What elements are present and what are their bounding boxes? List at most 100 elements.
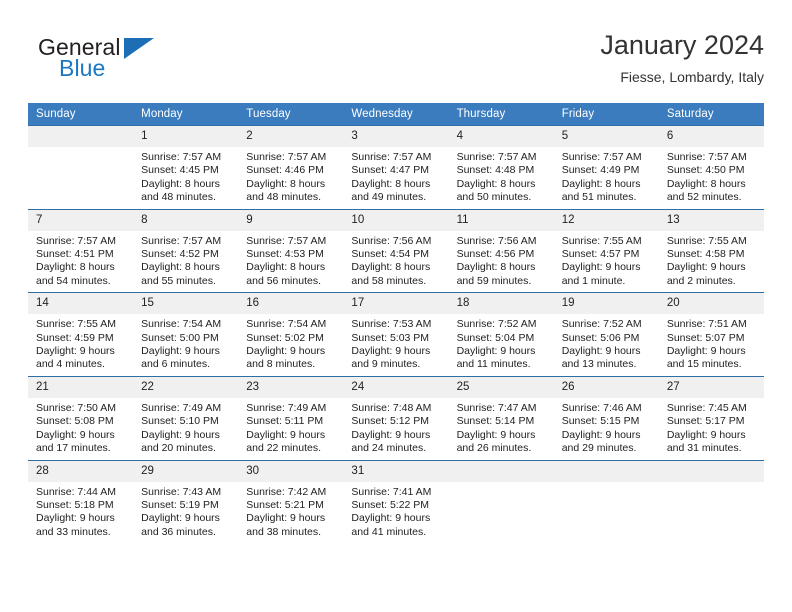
daylight-text-line1: Daylight: 9 hours	[351, 345, 431, 358]
sunset-text: Sunset: 5:11 PM	[246, 415, 324, 428]
weekday-header-wednesday: Wednesday	[343, 103, 449, 126]
daylight-text-line2: and 29 minutes.	[561, 442, 637, 455]
sunrise-text: Sunrise: 7:49 AM	[141, 401, 222, 414]
calendar-day-cell[interactable]: 1 Sunrise: 7:57 AM Sunset: 4:45 PM Daylight…	[133, 125, 239, 210]
calendar-day-cell[interactable]: 21 Sunrise: 7:50 AM Sunset: 5:08 PM Dayligh…	[28, 375, 134, 460]
calendar-day-cell[interactable]: 27 Sunrise: 7:45 AM Sunset: 5:17 PM Dayligh…	[658, 375, 764, 460]
day-sun-info: Sunrise: 7:56 AM Sunset: 4:56 PM Daylight:…	[449, 231, 554, 293]
calendar-day-cell[interactable]: 5 Sunrise: 7:57 AM Sunset: 4:49 PM Daylight…	[553, 125, 659, 210]
calendar-day-cell[interactable]: 31 Sunrise: 7:41 AM Sunset: 5:22 PM Dayligh…	[343, 459, 449, 544]
sunrise-text: Sunrise: 7:57 AM	[141, 234, 222, 247]
sunset-text: Sunset: 4:52 PM	[141, 248, 219, 261]
calendar-day-cell[interactable]: 13 Sunrise: 7:55 AM Sunset: 4:58 PM Dayligh…	[658, 208, 764, 293]
calendar-day-cell[interactable]: 8 Sunrise: 7:57 AM Sunset: 4:52 PM Daylight…	[133, 208, 239, 293]
calendar-day-cell[interactable]: 15 Sunrise: 7:54 AM Sunset: 5:00 PM Dayligh…	[133, 292, 239, 377]
day-number: 31	[343, 460, 449, 482]
day-number: 14	[28, 293, 134, 315]
calendar-header-row: Sunday Monday Tuesday Wednesday Thursday Frid…	[28, 103, 764, 126]
calendar-day-cell[interactable]: 20 Sunrise: 7:51 AM Sunset: 5:07 PM Dayligh…	[658, 292, 764, 377]
daylight-text-line2: and 48 minutes.	[141, 191, 216, 204]
day-sun-info: Sunrise: 7:42 AM Sunset: 5:21 PM Daylight:…	[238, 482, 343, 544]
sunset-text: Sunset: 5:06 PM	[561, 331, 640, 344]
day-number: 16	[238, 293, 344, 315]
sunset-text: Sunset: 5:02 PM	[246, 331, 324, 344]
day-number: 27	[658, 376, 764, 398]
calendar-day-cell[interactable]: 14 Sunrise: 7:55 AM Sunset: 4:59 PM Dayligh…	[28, 292, 134, 377]
sunrise-text: Sunrise: 7:42 AM	[246, 485, 327, 498]
calendar-day-cell[interactable]: 10 Sunrise: 7:56 AM Sunset: 4:54 PM Dayligh…	[343, 208, 449, 293]
sunrise-text: Sunrise: 7:51 AM	[666, 318, 747, 331]
day-number: 28	[28, 460, 134, 482]
daylight-text-line1: Daylight: 8 hours	[141, 177, 220, 190]
sunrise-text: Sunrise: 7:43 AM	[141, 485, 222, 498]
calendar-week-row: 28 Sunrise: 7:44 AM Sunset: 5:18 PM Dayligh…	[28, 459, 764, 544]
day-sun-info: Sunrise: 7:57 AM Sunset: 4:49 PM Daylight:…	[554, 147, 659, 209]
daylight-text-line2: and 24 minutes.	[351, 442, 427, 455]
sunset-text: Sunset: 4:58 PM	[666, 248, 745, 261]
calendar-day-cell[interactable]: 17 Sunrise: 7:53 AM Sunset: 5:03 PM Dayligh…	[343, 292, 449, 377]
calendar-day-cell[interactable]: 12 Sunrise: 7:55 AM Sunset: 4:57 PM Dayligh…	[553, 208, 659, 293]
daylight-text-line2: and 58 minutes.	[351, 274, 427, 287]
calendar-day-cell[interactable]: 29 Sunrise: 7:43 AM Sunset: 5:19 PM Dayligh…	[133, 459, 239, 544]
day-sun-info: Sunrise: 7:41 AM Sunset: 5:22 PM Daylight:…	[343, 482, 448, 544]
sunset-text: Sunset: 4:51 PM	[36, 248, 114, 261]
sunset-text: Sunset: 5:15 PM	[561, 415, 640, 428]
triangle-logo-icon	[124, 38, 154, 59]
day-number: 11	[448, 209, 554, 231]
calendar-day-cell[interactable]: 22 Sunrise: 7:49 AM Sunset: 5:10 PM Dayligh…	[133, 375, 239, 460]
daylight-text-line2: and 17 minutes.	[36, 442, 111, 455]
sunset-text: Sunset: 4:54 PM	[351, 248, 430, 261]
calendar-day-cell[interactable]: 7 Sunrise: 7:57 AM Sunset: 4:51 PM Daylight…	[28, 208, 134, 293]
sunrise-text: Sunrise: 7:57 AM	[456, 151, 537, 163]
brand-logo[interactable]: General Blue	[28, 34, 218, 90]
calendar-day-cell[interactable]: 3 Sunrise: 7:57 AM Sunset: 4:47 PM Daylight…	[343, 125, 449, 210]
calendar-day-cell[interactable]: 18 Sunrise: 7:52 AM Sunset: 5:04 PM Dayligh…	[448, 292, 554, 377]
calendar-day-cell[interactable]: 23 Sunrise: 7:49 AM Sunset: 5:11 PM Dayligh…	[238, 375, 344, 460]
calendar-day-cell[interactable]: 6 Sunrise: 7:57 AM Sunset: 4:50 PM Daylight…	[658, 125, 764, 210]
weekday-header-monday: Monday	[133, 103, 239, 126]
calendar-day-cell[interactable]: 24 Sunrise: 7:48 AM Sunset: 5:12 PM Dayligh…	[343, 375, 449, 460]
day-sun-info: Sunrise: 7:52 AM Sunset: 5:04 PM Daylight:…	[449, 314, 554, 376]
daylight-text-line2: and 20 minutes.	[141, 442, 216, 455]
calendar-day-cell[interactable]: 4 Sunrise: 7:57 AM Sunset: 4:48 PM Daylight…	[448, 125, 554, 210]
sunset-text: Sunset: 5:03 PM	[351, 331, 430, 344]
daylight-text-line2: and 22 minutes.	[246, 442, 321, 455]
sunrise-text: Sunrise: 7:53 AM	[351, 318, 432, 331]
day-sun-info: Sunrise: 7:44 AM Sunset: 5:18 PM Daylight:…	[28, 482, 133, 544]
calendar-day-cell[interactable]: 26 Sunrise: 7:46 AM Sunset: 5:15 PM Dayligh…	[553, 375, 659, 460]
calendar-day-cell[interactable]: 25 Sunrise: 7:47 AM Sunset: 5:14 PM Dayligh…	[448, 375, 554, 460]
calendar-day-cell[interactable]: 11 Sunrise: 7:56 AM Sunset: 4:56 PM Dayligh…	[448, 208, 554, 293]
calendar-day-cell[interactable]: 2 Sunrise: 7:57 AM Sunset: 4:46 PM Daylight…	[238, 125, 344, 210]
day-number: 17	[343, 293, 449, 315]
sunrise-text: Sunrise: 7:49 AM	[246, 401, 327, 414]
day-number	[28, 126, 134, 147]
sunrise-text: Sunrise: 7:50 AM	[36, 401, 116, 414]
calendar-day-cell[interactable]: 28 Sunrise: 7:44 AM Sunset: 5:18 PM Dayligh…	[28, 459, 134, 544]
day-sun-info: Sunrise: 7:56 AM Sunset: 4:54 PM Daylight:…	[343, 231, 448, 293]
daylight-text-line2: and 31 minutes.	[666, 442, 742, 455]
calendar-day-cell[interactable]: 19 Sunrise: 7:52 AM Sunset: 5:06 PM Dayligh…	[553, 292, 659, 377]
daylight-text-line1: Daylight: 9 hours	[561, 261, 641, 274]
day-sun-info: Sunrise: 7:49 AM Sunset: 5:11 PM Daylight:…	[238, 398, 343, 460]
sunset-text: Sunset: 4:46 PM	[246, 164, 324, 177]
page-header: General Blue January 2024 Fiesse, Lombar…	[28, 28, 764, 92]
daylight-text-line1: Daylight: 9 hours	[351, 512, 431, 525]
day-number: 20	[658, 293, 764, 315]
day-number: 15	[133, 293, 239, 315]
sunrise-text: Sunrise: 7:55 AM	[666, 234, 747, 247]
calendar-day-cell[interactable]: 9 Sunrise: 7:57 AM Sunset: 4:53 PM Daylight…	[238, 208, 344, 293]
sunset-text: Sunset: 5:04 PM	[456, 331, 535, 344]
day-number: 1	[133, 126, 239, 147]
daylight-text-line2: and 54 minutes.	[36, 274, 111, 287]
calendar-day-cell[interactable]: 16 Sunrise: 7:54 AM Sunset: 5:02 PM Dayligh…	[238, 292, 344, 377]
sunset-text: Sunset: 5:08 PM	[36, 415, 114, 428]
daylight-text-line2: and 13 minutes.	[561, 358, 637, 371]
calendar-day-cell[interactable]: 30 Sunrise: 7:42 AM Sunset: 5:21 PM Dayligh…	[238, 459, 344, 544]
day-sun-info: Sunrise: 7:55 AM Sunset: 4:59 PM Daylight:…	[28, 314, 133, 376]
daylight-text-line1: Daylight: 9 hours	[456, 345, 536, 358]
daylight-text-line2: and 49 minutes.	[351, 191, 427, 204]
day-sun-info: Sunrise: 7:43 AM Sunset: 5:19 PM Daylight:…	[133, 482, 238, 544]
day-number: 22	[133, 376, 239, 398]
day-sun-info: Sunrise: 7:57 AM Sunset: 4:48 PM Daylight:…	[449, 147, 554, 209]
sunset-text: Sunset: 5:17 PM	[666, 415, 745, 428]
